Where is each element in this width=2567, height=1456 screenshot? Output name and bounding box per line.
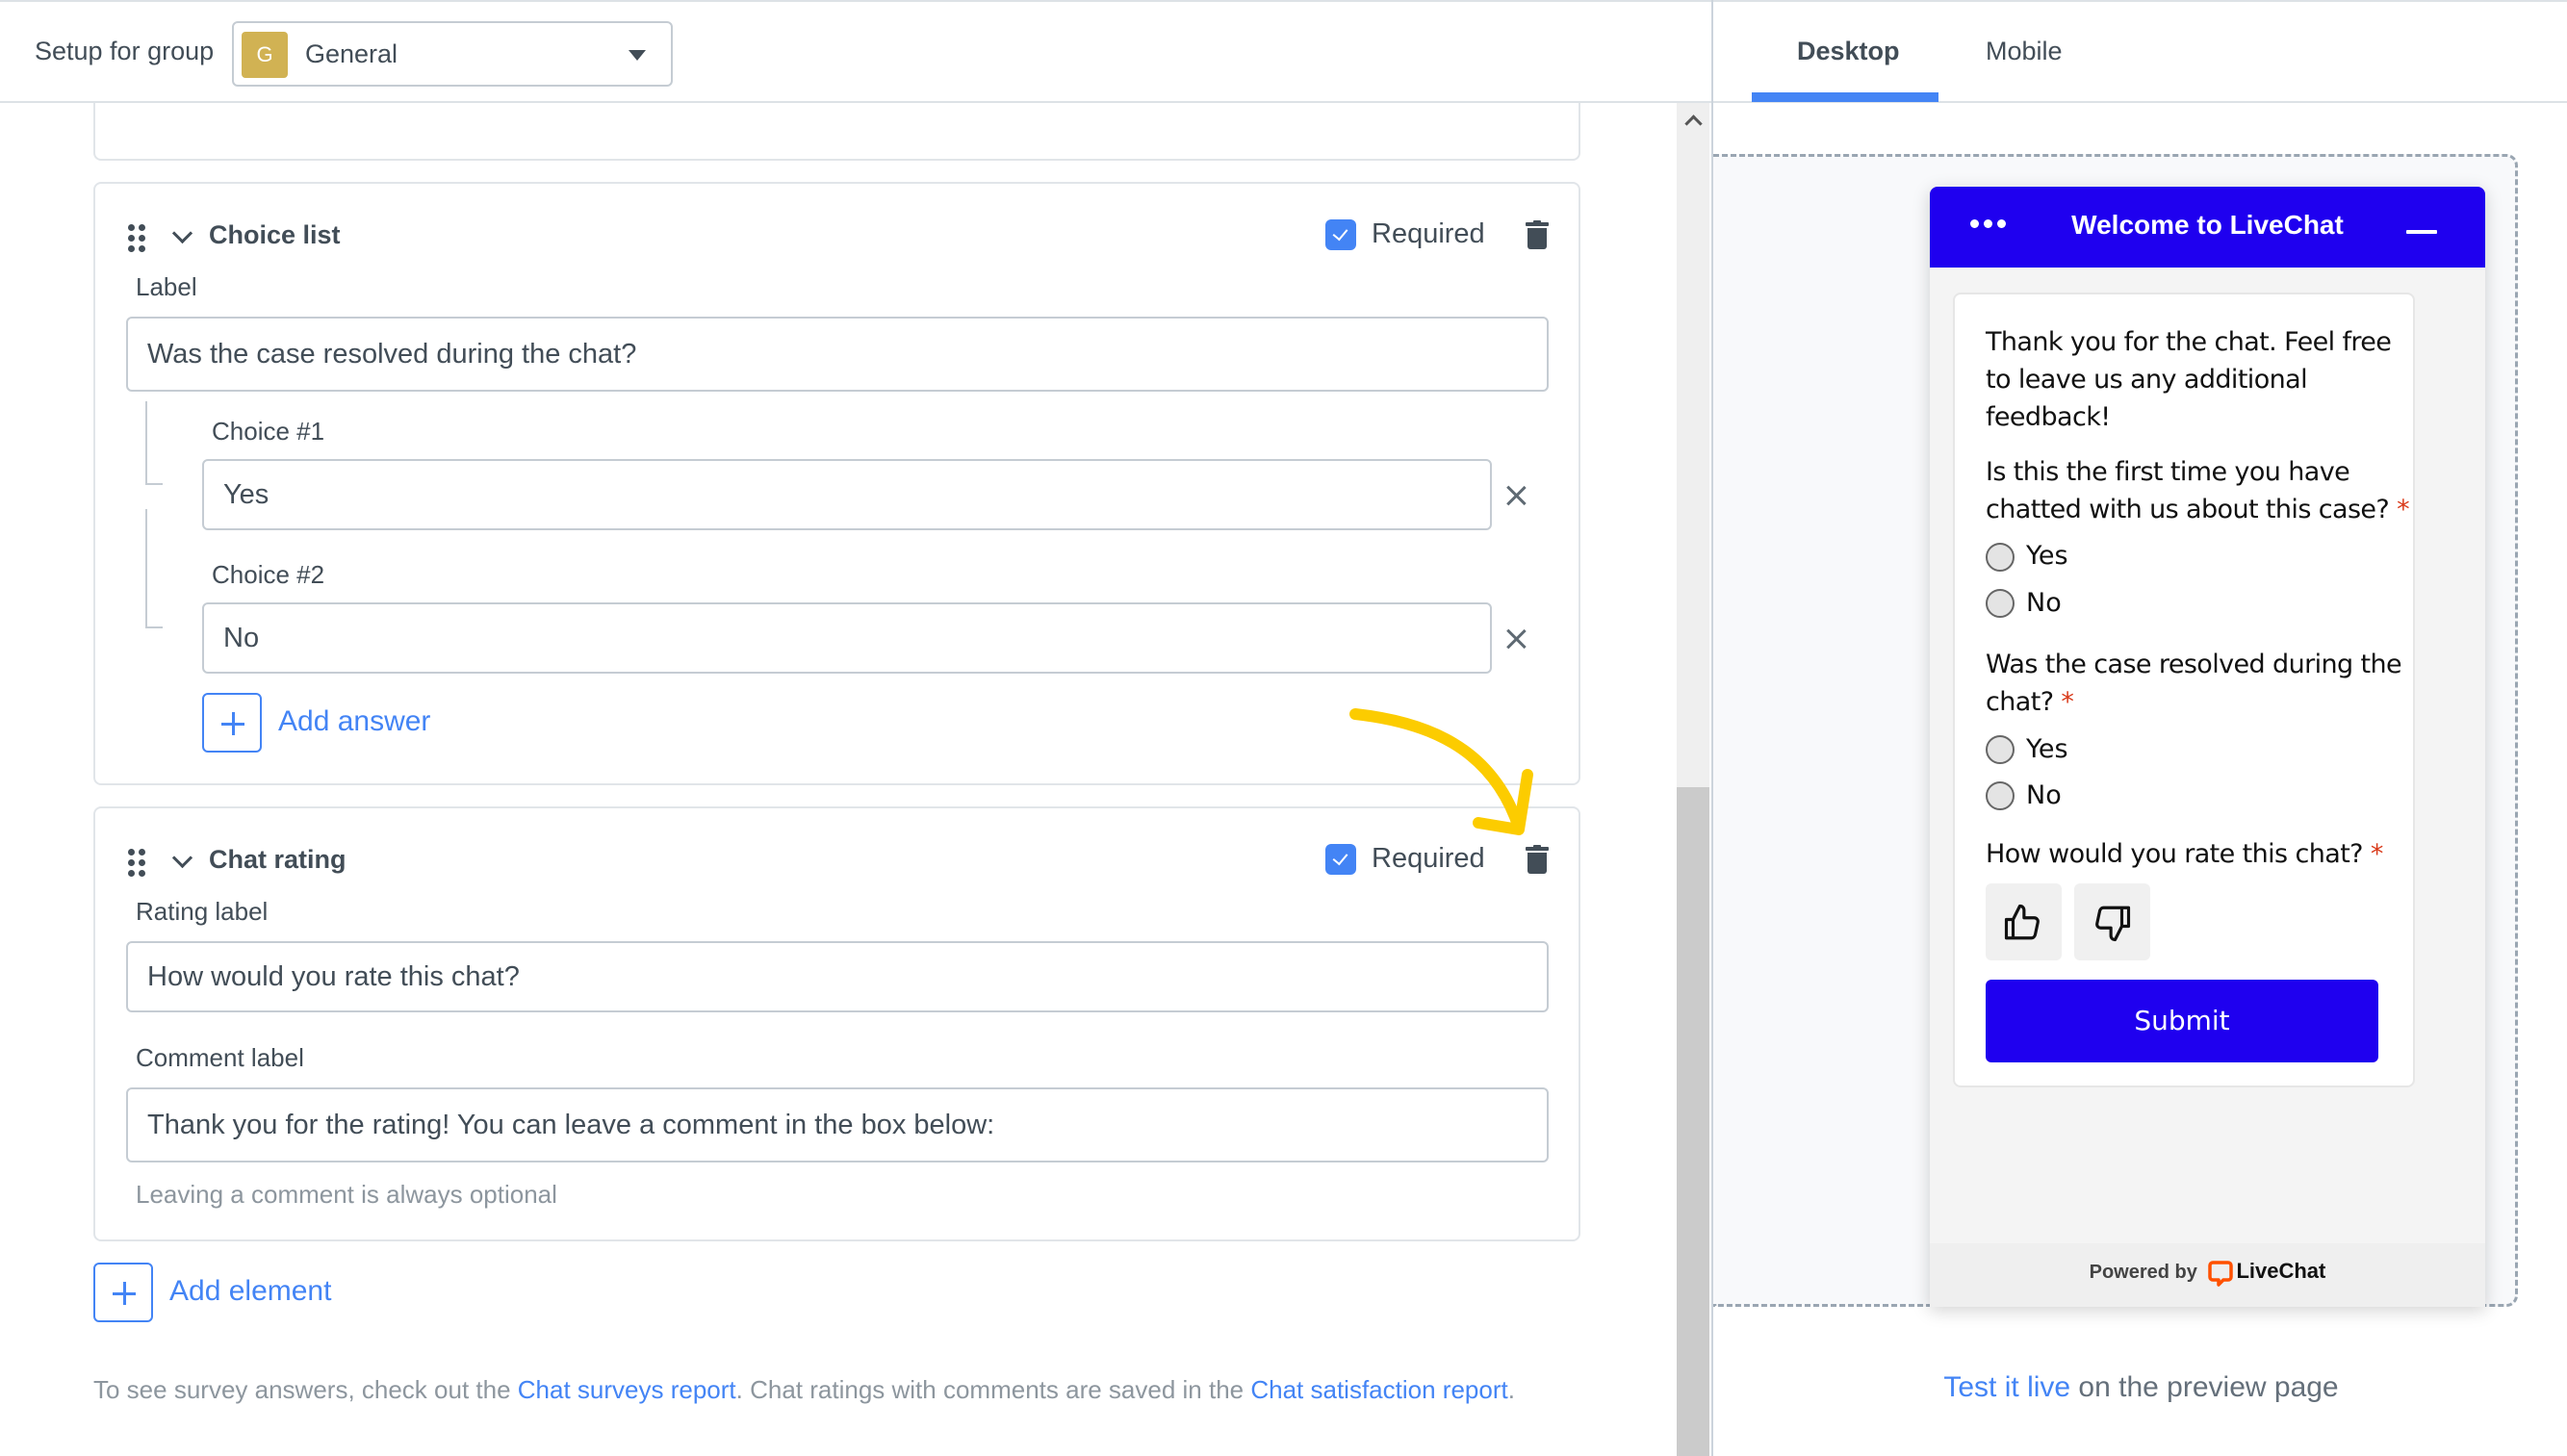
collapse-chevron-icon[interactable]: [172, 851, 192, 870]
livechat-logo-icon: [2208, 1260, 2234, 1287]
comment-optional-hint: Leaving a comment is always optional: [136, 1180, 557, 1209]
question-3-text: How would you rate this chat? *: [1986, 839, 2383, 869]
chat-widget-preview: Welcome to LiveChat Thank you for the ch…: [1930, 187, 2485, 1307]
choice-1-label: Choice #1: [212, 417, 325, 446]
tab-mobile[interactable]: Mobile: [1986, 37, 2063, 66]
thumbs-up-button[interactable]: [1986, 883, 2062, 960]
scroll-up-arrow-icon[interactable]: [1685, 113, 1699, 126]
thumbs-down-icon: [2095, 906, 2131, 942]
widget-header: Welcome to LiveChat: [1930, 187, 2485, 268]
tab-desktop[interactable]: Desktop: [1797, 37, 1900, 66]
q2-radio-yes[interactable]: [1986, 735, 2015, 764]
choice-2-input[interactable]: No: [202, 602, 1492, 674]
chat-surveys-report-link[interactable]: Chat surveys report: [518, 1375, 736, 1404]
widget-title: Welcome to LiveChat: [2071, 210, 2344, 240]
setup-for-group-label: Setup for group: [35, 37, 215, 65]
submit-button[interactable]: Submit: [1986, 980, 2378, 1062]
test-live-rest: on the preview page: [2070, 1371, 2339, 1403]
reports-note: To see survey answers, check out the Cha…: [93, 1375, 1515, 1405]
label-input[interactable]: Was the case resolved during the chat?: [126, 317, 1549, 392]
choice-list-card: Choice list Required Label Was the case …: [93, 182, 1580, 785]
add-answer-button[interactable]: [202, 693, 262, 753]
q1-radio-yes[interactable]: [1986, 543, 2015, 572]
add-element-button[interactable]: [93, 1263, 153, 1322]
group-avatar-badge: G: [242, 32, 288, 78]
thumbs-down-button[interactable]: [2074, 883, 2150, 960]
caret-down-icon: [629, 50, 646, 61]
test-it-live-link[interactable]: Test it live: [1943, 1371, 2070, 1403]
delete-trash-icon[interactable]: [1526, 220, 1549, 249]
collapse-chevron-icon[interactable]: [172, 226, 192, 245]
survey-intro: Thank you for the chat. Feel free to lea…: [1986, 327, 2392, 432]
scrollbar-thumb[interactable]: [1677, 787, 1709, 1456]
chat-rating-header: Chat rating Required: [95, 808, 1579, 905]
minimize-icon[interactable]: [2406, 230, 2437, 234]
survey-form: Thank you for the chat. Feel free to lea…: [1953, 293, 2415, 1087]
editor-scrollbar[interactable]: [1677, 103, 1709, 1456]
remove-choice-1-icon[interactable]: [1505, 485, 1527, 506]
powered-by: Powered by LiveChat: [1930, 1259, 2485, 1287]
question-1-text: Is this the first time you have chatted …: [1986, 457, 2410, 524]
choice-list-header: Choice list Required: [95, 184, 1579, 280]
note-text: .: [1507, 1375, 1515, 1404]
group-setup-bar: Setup for group G General: [0, 0, 1711, 103]
card-title: Choice list: [209, 220, 341, 249]
card-title: Chat rating: [209, 845, 347, 874]
tree-connector: [145, 401, 163, 485]
choice-2-label: Choice #2: [212, 560, 325, 589]
rating-label-input[interactable]: How would you rate this chat?: [126, 941, 1549, 1012]
q1-option-yes: Yes: [2026, 541, 2068, 571]
note-text: To see survey answers, check out the: [93, 1375, 518, 1404]
q1-radio-no[interactable]: [1986, 589, 2015, 618]
survey-editor-panel: Add answer Choice list Required Label Wa…: [0, 0, 1711, 1456]
active-tab-indicator: [1752, 92, 1938, 102]
choice-1-input[interactable]: Yes: [202, 459, 1492, 530]
question-2-text: Was the case resolved during the chat? *: [1986, 650, 2402, 717]
preview-tabs: Desktop Mobile: [1713, 0, 2567, 103]
delete-trash-icon[interactable]: [1526, 845, 1549, 874]
q2-radio-no[interactable]: [1986, 781, 2015, 810]
group-select-dropdown[interactable]: G General: [232, 21, 673, 87]
chat-rating-card: Chat rating Required Rating label How wo…: [93, 806, 1580, 1241]
note-text: . Chat ratings with comments are saved i…: [735, 1375, 1251, 1404]
rating-label-field-label: Rating label: [136, 897, 269, 926]
widget-footer: Powered by LiveChat: [1930, 1243, 2485, 1307]
group-select-value: General: [305, 39, 398, 68]
q2-option-no: No: [2026, 780, 2062, 810]
required-label: Required: [1372, 843, 1485, 874]
drag-handle-icon[interactable]: [128, 224, 147, 253]
drag-handle-icon[interactable]: [128, 849, 147, 878]
comment-label-input[interactable]: Thank you for the rating! You can leave …: [126, 1087, 1549, 1162]
tree-connector: [145, 509, 163, 628]
q2-option-yes: Yes: [2026, 734, 2068, 764]
q1-option-no: No: [2026, 588, 2062, 618]
remove-choice-2-icon[interactable]: [1505, 628, 1527, 650]
label-field-label: Label: [136, 272, 197, 301]
required-checkbox[interactable]: [1325, 844, 1356, 875]
chat-satisfaction-report-link[interactable]: Chat satisfaction report: [1250, 1375, 1507, 1404]
required-label: Required: [1372, 218, 1485, 249]
comment-label-field-label: Comment label: [136, 1043, 304, 1072]
required-checkbox[interactable]: [1325, 219, 1356, 250]
add-element-link[interactable]: Add element: [169, 1275, 331, 1308]
preview-panel: Desktop Mobile Welcome to LiveChat Thank…: [1711, 0, 2567, 1456]
add-answer-link[interactable]: Add answer: [278, 705, 430, 738]
thumbs-up-icon: [2004, 904, 2040, 940]
test-live-note: Test it live on the preview page: [1713, 1371, 2567, 1404]
